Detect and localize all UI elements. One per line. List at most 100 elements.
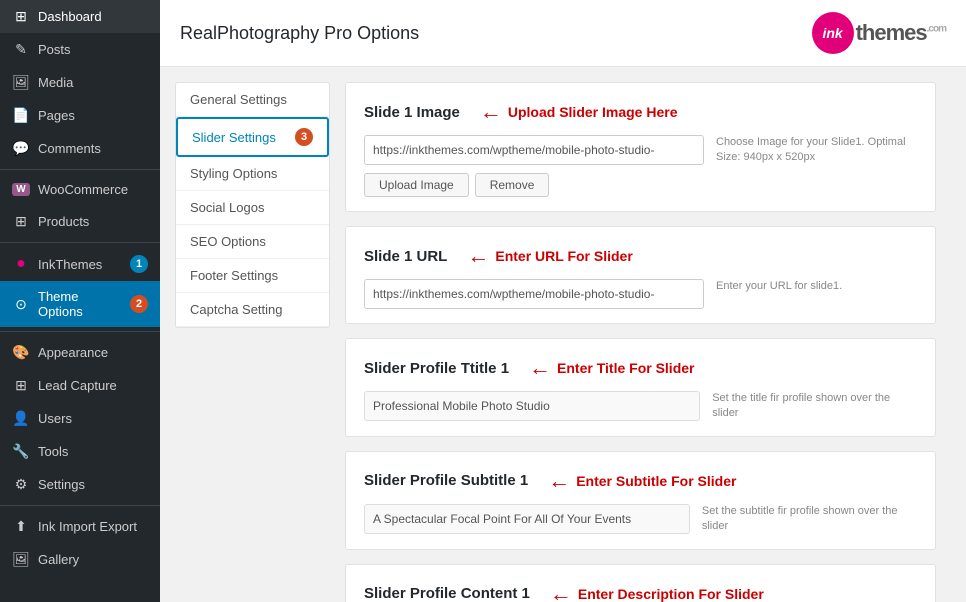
left-nav-label-slider-settings: Slider Settings	[192, 130, 276, 145]
slider-profile-content-header: Slider Profile Content 1 ← Enter Descrip…	[364, 583, 917, 602]
left-nav-general-settings[interactable]: General Settings	[176, 83, 329, 117]
left-nav-captcha-setting[interactable]: Captcha Setting	[176, 293, 329, 327]
slider-settings-badge: 3	[295, 128, 313, 146]
woocommerce-icon: W	[12, 183, 30, 196]
slider-profile-subtitle-annotation: ← Enter Subtitle For Slider	[548, 470, 736, 492]
sidebar-item-theme-options[interactable]: ⊙ Theme Options 2	[0, 281, 160, 327]
slider-profile-subtitle-section: Slider Profile Subtitle 1 ← Enter Subtit…	[345, 451, 936, 550]
slider-profile-subtitle-hint: Set the subtitle fir profile shown over …	[702, 504, 917, 535]
slider-profile-title-input[interactable]	[364, 391, 700, 421]
appearance-icon: 🎨	[12, 344, 30, 361]
sidebar-item-woocommerce[interactable]: W WooCommerce	[0, 174, 160, 205]
media-icon: 🖼	[12, 74, 30, 91]
slide1-url-title: Slide 1 URL	[364, 248, 447, 265]
left-nav-label-footer-settings: Footer Settings	[190, 268, 278, 283]
inkthemes-icon: ●	[12, 255, 30, 273]
main-content: RealPhotography Pro Options ink themes.c…	[160, 0, 966, 602]
slide1-image-buttons: Upload Image Remove	[364, 173, 704, 197]
slide1-url-header: Slide 1 URL ← Enter URL For Slider	[364, 245, 917, 267]
sidebar-item-gallery[interactable]: 🖼 Gallery	[0, 543, 160, 576]
sidebar-item-comments[interactable]: 💬 Comments	[0, 132, 160, 165]
dashboard-icon: ⊞	[12, 8, 30, 25]
sidebar-label-comments: Comments	[38, 141, 148, 156]
slider-profile-content-label: Slider Profile Content 1	[364, 585, 530, 602]
slide1-url-section: Slide 1 URL ← Enter URL For Slider Enter…	[345, 226, 936, 324]
slide1-url-arrow: ←	[467, 245, 489, 267]
posts-icon: ✎	[12, 41, 30, 58]
sidebar-divider-1	[0, 169, 160, 170]
sidebar-item-tools[interactable]: 🔧 Tools	[0, 435, 160, 468]
slide1-url-hint: Enter your URL for slide1.	[716, 279, 842, 294]
slider-profile-subtitle-input-row: Set the subtitle fir profile shown over …	[364, 504, 917, 535]
slider-profile-subtitle-label: Slider Profile Subtitle 1	[364, 472, 528, 489]
theme-options-icon: ⊙	[12, 296, 30, 313]
left-nav-label-seo-options: SEO Options	[190, 234, 266, 249]
pages-icon: 📄	[12, 107, 30, 124]
slide1-image-input[interactable]	[364, 135, 704, 165]
slide1-image-title: Slide 1 Image	[364, 104, 460, 121]
sidebar-item-inkthemes[interactable]: ● InkThemes 1	[0, 247, 160, 281]
sidebar-item-media[interactable]: 🖼 Media	[0, 66, 160, 99]
left-nav-footer-settings[interactable]: Footer Settings	[176, 259, 329, 293]
upload-image-button[interactable]: Upload Image	[364, 173, 469, 197]
slider-profile-subtitle-arrow: ←	[548, 470, 570, 492]
sidebar-label-theme-options: Theme Options	[38, 289, 122, 319]
sidebar-label-pages: Pages	[38, 108, 148, 123]
slider-profile-content-arrow: ←	[550, 583, 572, 602]
slider-profile-title-annotation: ← Enter Title For Slider	[529, 357, 694, 379]
sidebar-item-users[interactable]: 👤 Users	[0, 402, 160, 435]
lead-capture-icon: ⊞	[12, 377, 30, 394]
theme-options-badge: 2	[130, 295, 148, 313]
sidebar-item-products[interactable]: ⊞ Products	[0, 205, 160, 238]
tools-icon: 🔧	[12, 443, 30, 460]
left-nav-social-logos[interactable]: Social Logos	[176, 191, 329, 225]
sidebar-divider-2	[0, 242, 160, 243]
sidebar-item-posts[interactable]: ✎ Posts	[0, 33, 160, 66]
sidebar-item-appearance[interactable]: 🎨 Appearance	[0, 336, 160, 369]
page-title: RealPhotography Pro Options	[180, 23, 419, 44]
left-nav-label-general-settings: General Settings	[190, 92, 287, 107]
sidebar: ⊞ Dashboard ✎ Posts 🖼 Media 📄 Pages 💬 Co…	[0, 0, 160, 602]
left-nav: General Settings Slider Settings 3 Styli…	[175, 82, 330, 328]
slide1-image-input-row: Upload Image Remove Choose Image for you…	[364, 135, 917, 197]
products-icon: ⊞	[12, 213, 30, 230]
slide1-image-arrow: ←	[480, 101, 502, 123]
sidebar-label-woocommerce: WooCommerce	[38, 182, 148, 197]
ink-logo-ink-text: ink	[822, 25, 842, 41]
sidebar-label-users: Users	[38, 411, 148, 426]
slide1-url-annotation-text: Enter URL For Slider	[495, 248, 632, 264]
comments-icon: 💬	[12, 140, 30, 157]
left-nav-styling-options[interactable]: Styling Options	[176, 157, 329, 191]
sidebar-divider-4	[0, 505, 160, 506]
slider-profile-content-section: Slider Profile Content 1 ← Enter Descrip…	[345, 564, 936, 602]
slider-profile-title-hint: Set the title fir profile shown over the…	[712, 391, 917, 422]
sidebar-label-posts: Posts	[38, 42, 148, 57]
left-nav-seo-options[interactable]: SEO Options	[176, 225, 329, 259]
slide1-image-inputs: Upload Image Remove	[364, 135, 704, 197]
slider-profile-title-label: Slider Profile Ttitle 1	[364, 360, 509, 377]
ink-import-export-icon: ⬆	[12, 518, 30, 535]
sidebar-item-settings[interactable]: ⚙ Settings	[0, 468, 160, 501]
sidebar-label-tools: Tools	[38, 444, 148, 459]
slide1-url-annotation: ← Enter URL For Slider	[467, 245, 632, 267]
slider-profile-subtitle-input[interactable]	[364, 504, 690, 534]
sidebar-label-products: Products	[38, 214, 148, 229]
settings-icon: ⚙	[12, 476, 30, 493]
sidebar-item-lead-capture[interactable]: ⊞ Lead Capture	[0, 369, 160, 402]
sidebar-label-ink-import-export: Ink Import Export	[38, 519, 148, 534]
ink-logo-themes-text: themes.com	[856, 20, 946, 46]
sidebar-item-pages[interactable]: 📄 Pages	[0, 99, 160, 132]
remove-image-button[interactable]: Remove	[475, 173, 550, 197]
slide1-url-input-row: Enter your URL for slide1.	[364, 279, 917, 309]
slider-profile-title-annotation-text: Enter Title For Slider	[557, 360, 694, 376]
sidebar-item-dashboard[interactable]: ⊞ Dashboard	[0, 0, 160, 33]
sidebar-divider-3	[0, 331, 160, 332]
slider-profile-title-header: Slider Profile Ttitle 1 ← Enter Title Fo…	[364, 357, 917, 379]
sidebar-item-ink-import-export[interactable]: ⬆ Ink Import Export	[0, 510, 160, 543]
slide1-url-input[interactable]	[364, 279, 704, 309]
slide1-image-header: Slide 1 Image ← Upload Slider Image Here	[364, 101, 917, 123]
slider-profile-content-annotation-text: Enter Description For Slider	[578, 586, 764, 602]
left-nav-slider-settings[interactable]: Slider Settings 3	[176, 117, 329, 157]
sidebar-label-lead-capture: Lead Capture	[38, 378, 148, 393]
sidebar-label-appearance: Appearance	[38, 345, 148, 360]
